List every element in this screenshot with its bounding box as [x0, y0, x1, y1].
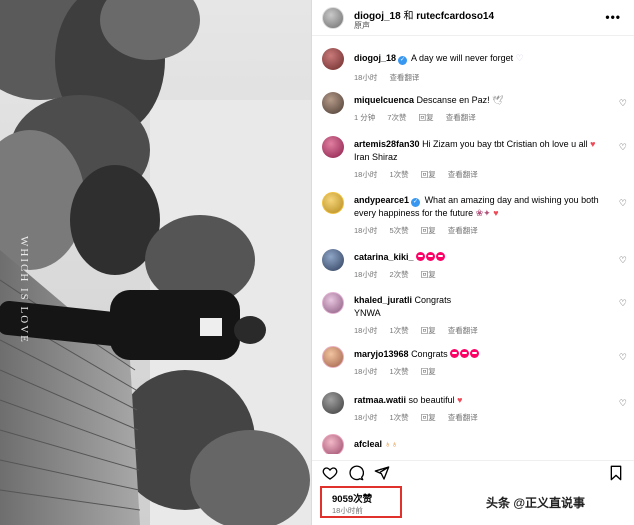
comments-list[interactable]: diogoj_18 ✓ A day we will never forget ♡ …: [312, 40, 634, 454]
comment-username[interactable]: maryjo13968: [354, 349, 409, 359]
comment-username[interactable]: andypearce1: [354, 195, 409, 205]
collab-authors: diogoj_18 和 rutecfcardoso14: [354, 7, 494, 22]
commenter-avatar[interactable]: [322, 346, 344, 368]
pink-heart-icon: ♥: [457, 395, 463, 405]
pink-heart-icon: ♥: [493, 208, 499, 218]
post-side-panel: diogoj_18 和 rutecfcardoso14 原声 ••• diogo…: [311, 0, 634, 525]
commenter-avatar[interactable]: [322, 136, 344, 158]
post-time: 18小时前: [332, 506, 363, 515]
comment-text: Hi Zizam you bay tbt Cristian oh love u …: [422, 139, 588, 149]
comment-text-line2: Iran Shiraz: [354, 152, 398, 162]
medal-emoji-icons: ♁♁: [384, 439, 399, 449]
post-header: diogoj_18 和 rutecfcardoso14 原声 •••: [312, 0, 634, 36]
comment-text: so beautiful: [408, 395, 455, 405]
caption-username[interactable]: diogoj_18: [354, 53, 396, 63]
collab-conjunction: 和: [403, 11, 414, 22]
like-comment-icon[interactable]: ♡: [619, 398, 627, 409]
verified-icon: ✓: [398, 56, 408, 65]
comment-time: 18小时: [354, 367, 378, 376]
dove-icon: 🕊: [492, 95, 504, 105]
more-options-icon[interactable]: •••: [605, 10, 621, 24]
like-comment-icon[interactable]: ♡: [619, 198, 627, 209]
see-translation-button[interactable]: 查看翻译: [448, 326, 478, 335]
commenter-avatar[interactable]: [322, 249, 344, 271]
comment-username[interactable]: artemis28fan30: [354, 139, 420, 149]
see-translation-button[interactable]: 查看翻译: [448, 226, 478, 235]
wedding-photo: [0, 0, 311, 525]
caption-text: A day we will never forget: [411, 53, 514, 63]
comment-text: Congrats: [414, 295, 452, 305]
commenter-avatar[interactable]: [322, 192, 344, 214]
see-translation-button[interactable]: 查看翻译: [446, 113, 476, 122]
comment-time: 18小时: [354, 326, 378, 335]
comment-username[interactable]: ratmaa.watii: [354, 395, 406, 405]
white-heart-icon: ♡: [515, 53, 524, 63]
comment-likes[interactable]: 1次赞: [389, 326, 408, 335]
comment-likes[interactable]: 5次赞: [389, 226, 408, 235]
likes-count[interactable]: 9059次赞: [332, 491, 372, 505]
reply-button[interactable]: 回复: [421, 170, 436, 179]
comment-time: 18小时: [354, 270, 378, 279]
comment-time: 18小时: [354, 413, 378, 422]
collab-username[interactable]: rutecfcardoso14: [416, 11, 494, 22]
caption-time: 18小时: [354, 73, 378, 82]
commenter-avatar[interactable]: [322, 292, 344, 314]
red-heart-icon: ♥: [590, 139, 596, 149]
caption-see-translation[interactable]: 查看翻译: [389, 73, 419, 82]
commenter-avatar[interactable]: [322, 392, 344, 414]
like-comment-icon[interactable]: ♡: [619, 98, 627, 109]
reply-button[interactable]: 回复: [421, 326, 436, 335]
heart-eyes-emoji-icons: [450, 349, 480, 359]
comment-likes[interactable]: 1次赞: [389, 367, 408, 376]
reply-button[interactable]: 回复: [421, 226, 436, 235]
celebration-emoji-icons: ❀✦: [475, 208, 491, 218]
caption-avatar[interactable]: [322, 48, 344, 70]
instagram-post: WHICH IS LOVE diogoj_18 和 rutecfcardoso1…: [0, 0, 634, 525]
comment-time: 18小时: [354, 170, 378, 179]
comment-likes[interactable]: 1次赞: [389, 413, 408, 422]
heart-eyes-emoji-icons: [416, 252, 446, 262]
like-comment-icon[interactable]: ♡: [619, 142, 627, 153]
comment-text: Congrats: [411, 349, 448, 359]
verified-icon: ✓: [411, 198, 421, 207]
comment-username[interactable]: afcleal: [354, 439, 382, 449]
post-actions-bar: [312, 460, 634, 484]
reply-button[interactable]: 回复: [421, 413, 436, 422]
see-translation-button[interactable]: 查看翻译: [448, 413, 478, 422]
post-photo[interactable]: WHICH IS LOVE: [0, 0, 311, 525]
commenter-avatar[interactable]: [322, 92, 344, 114]
comment-username[interactable]: khaled_juratli: [354, 295, 412, 305]
see-translation-button[interactable]: 查看翻译: [448, 170, 478, 179]
photo-vertical-caption: WHICH IS LOVE: [18, 236, 30, 344]
like-comment-icon[interactable]: ♡: [619, 255, 627, 266]
comment-likes[interactable]: 2次赞: [389, 270, 408, 279]
like-comment-icon[interactable]: ♡: [619, 352, 627, 363]
reply-button[interactable]: 回复: [419, 113, 434, 122]
comment-bubble-icon[interactable]: [348, 465, 364, 481]
comment-text: Descanse en Paz!: [416, 95, 490, 105]
comment-time: 18小时: [354, 226, 378, 235]
comment-likes[interactable]: 1次赞: [389, 170, 408, 179]
comment-username[interactable]: catarina_kiki_: [354, 252, 414, 262]
author-avatar[interactable]: [322, 7, 344, 29]
comment-text-line2: YNWA: [354, 308, 381, 318]
like-heart-icon[interactable]: [322, 465, 338, 481]
comment-username[interactable]: miquelcuenca: [354, 95, 414, 105]
comment-likes[interactable]: 7次赞: [387, 113, 406, 122]
share-send-icon[interactable]: [374, 465, 390, 481]
reply-button[interactable]: 回复: [421, 270, 436, 279]
reply-button[interactable]: 回复: [421, 367, 436, 376]
like-comment-icon[interactable]: ♡: [619, 298, 627, 309]
watermark: 头条 @正义直说事: [486, 496, 586, 510]
audio-label[interactable]: 原声: [354, 20, 370, 31]
save-bookmark-icon[interactable]: [608, 465, 624, 481]
comment-time: 1 分钟: [354, 113, 376, 122]
commenter-avatar[interactable]: [322, 434, 344, 454]
likes-highlight-box: 9059次赞 18小时前: [320, 486, 402, 518]
